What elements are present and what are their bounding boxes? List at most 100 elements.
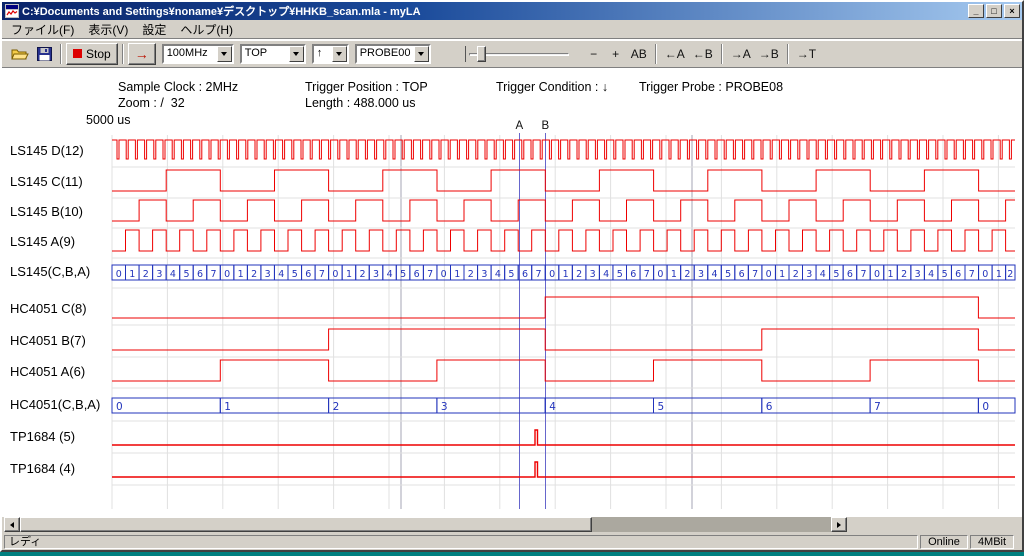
status-memory-badge: 4MBit	[970, 535, 1014, 549]
zoom-slider[interactable]	[465, 44, 569, 64]
bus-value: 1	[346, 269, 352, 280]
bus-value: 1	[671, 269, 677, 280]
bus-value: 4	[278, 269, 284, 280]
bus-cell	[220, 398, 328, 413]
bus-value: 4	[170, 269, 176, 280]
trigger-position-dropdown-button[interactable]	[289, 46, 304, 62]
ab-span-button[interactable]: AB	[627, 43, 651, 65]
bus-value: 7	[644, 269, 650, 280]
clock-dropdown-button[interactable]	[217, 46, 232, 62]
trigger-edge-combobox[interactable]: ↑	[312, 44, 349, 64]
bus-value: 7	[969, 269, 975, 280]
bus-cell	[329, 398, 437, 413]
bus-value: 1	[129, 269, 135, 280]
probe-dropdown-button[interactable]	[414, 46, 429, 62]
bus-cell	[762, 398, 870, 413]
bus-value: 6	[197, 269, 203, 280]
waveform-plot[interactable]: 0123456701234567012345670123456701234567…	[2, 133, 1024, 515]
bus-cell	[870, 398, 978, 413]
set-cursor-b-button[interactable]: →B	[755, 43, 783, 65]
scrollbar-thumb[interactable]	[20, 517, 592, 532]
bus-value: 3	[156, 269, 162, 280]
app-window: C:¥Documents and Settings¥noname¥デスクトップ¥…	[0, 0, 1024, 552]
open-folder-icon	[11, 47, 29, 60]
stop-label: Stop	[86, 47, 111, 61]
bus-value: 2	[684, 269, 690, 280]
probe-combobox[interactable]: PROBE00	[355, 44, 431, 64]
bus-value: 4	[928, 269, 934, 280]
bus-value: 6	[414, 269, 420, 280]
toolbar: Stop → 100MHz TOP ↑ PROBE00 − + AB	[2, 40, 1022, 68]
single-run-button[interactable]: →	[128, 43, 156, 65]
chevron-down-icon	[336, 52, 342, 56]
stop-button[interactable]: Stop	[66, 43, 118, 65]
bus-value: 7	[874, 401, 881, 413]
cursor-a-label: A	[516, 120, 524, 132]
bus-value: 0	[766, 269, 772, 280]
bus-value: 1	[224, 401, 231, 413]
toolbar-separator	[787, 44, 789, 64]
bus-value: 1	[887, 269, 893, 280]
trigger-probe-text: Trigger Probe : PROBE08	[639, 80, 783, 94]
set-cursor-a-button[interactable]: →A	[727, 43, 755, 65]
clock-value: 100MHz	[164, 46, 217, 62]
bus-value: 5	[292, 269, 298, 280]
bus-value: 0	[657, 269, 663, 280]
trigger-position-value: TOP	[242, 46, 289, 62]
bus-value: 5	[508, 269, 514, 280]
length-text: Length : 488.000 us	[305, 96, 416, 110]
minimize-button[interactable]: _	[968, 4, 984, 18]
chevron-down-icon	[418, 52, 424, 56]
toolbar-separator	[655, 44, 657, 64]
bus-value: 7	[752, 269, 758, 280]
goto-trigger-button[interactable]: →T	[793, 43, 820, 65]
scroll-right-button[interactable]	[831, 517, 847, 532]
save-button[interactable]	[33, 43, 56, 65]
bus-value: 0	[116, 401, 123, 413]
clock-combobox[interactable]: 100MHz	[162, 44, 234, 64]
bus-value: 1	[454, 269, 460, 280]
bus-value: 3	[698, 269, 704, 280]
titlebar[interactable]: C:¥Documents and Settings¥noname¥デスクトップ¥…	[2, 2, 1022, 20]
bus-value: 1	[996, 269, 1002, 280]
slider-thumb[interactable]	[477, 46, 486, 62]
trigger-edge-dropdown-button[interactable]	[332, 46, 347, 62]
bus-value: 3	[915, 269, 921, 280]
time-division-label: 5000 us	[86, 113, 130, 127]
trigger-position-combobox[interactable]: TOP	[240, 44, 306, 64]
status-online-badge: Online	[920, 535, 968, 549]
bus-value: 7	[860, 269, 866, 280]
bus-value: 6	[847, 269, 853, 280]
bus-value: 5	[725, 269, 731, 280]
menu-view[interactable]: 表示(V)	[81, 19, 135, 40]
bus-cell	[545, 398, 653, 413]
open-button[interactable]	[7, 43, 33, 65]
bus-value: 2	[468, 269, 474, 280]
scroll-left-button[interactable]	[4, 517, 20, 532]
horizontal-scrollbar[interactable]	[4, 517, 847, 532]
menu-help[interactable]: ヘルプ(H)	[173, 19, 240, 40]
trigger-edge-value: ↑	[314, 46, 332, 62]
goto-cursor-a-button[interactable]: ←A	[661, 43, 689, 65]
window-controls: _ □ ×	[968, 4, 1020, 18]
bus-value: 2	[143, 269, 149, 280]
zoom-out-button[interactable]: −	[583, 43, 605, 65]
goto-cursor-b-button[interactable]: ←B	[689, 43, 717, 65]
bus-value: 0	[982, 269, 988, 280]
bus-cell	[112, 398, 220, 413]
toolbar-separator	[122, 44, 124, 64]
zoom-text: Zoom : / 32	[118, 96, 185, 110]
zoom-in-button[interactable]: +	[605, 43, 627, 65]
maximize-button[interactable]: □	[986, 4, 1002, 18]
run-arrow-icon: →	[135, 47, 149, 61]
channel-trace	[112, 462, 1015, 477]
menu-file[interactable]: ファイル(F)	[4, 19, 81, 40]
menu-settings[interactable]: 設定	[135, 19, 173, 40]
bus-value: 0	[332, 269, 338, 280]
desktop: { "window": { "title": "C:¥Documents and…	[0, 0, 1024, 556]
bus-value: 3	[481, 269, 487, 280]
bus-value: 4	[711, 269, 717, 280]
close-button[interactable]: ×	[1004, 4, 1020, 18]
bus-value: 0	[116, 269, 122, 280]
bus-value: 7	[319, 269, 325, 280]
